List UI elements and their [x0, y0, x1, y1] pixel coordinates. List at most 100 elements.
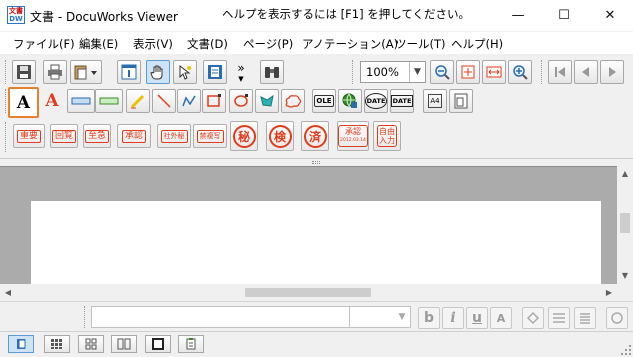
- hand-tool-button[interactable]: [146, 60, 170, 84]
- scroll-right-icon[interactable]: ▶: [601, 284, 617, 301]
- toolbar-grip[interactable]: [5, 122, 8, 152]
- polygon-button[interactable]: [255, 89, 279, 113]
- fill-color-button[interactable]: [522, 307, 544, 329]
- menu-file[interactable]: ファイル(F): [13, 36, 75, 52]
- annotation-list-button[interactable]: [178, 335, 204, 353]
- first-page-button[interactable]: [548, 60, 572, 84]
- four-page-view-button[interactable]: [78, 335, 104, 353]
- freehand-button[interactable]: [281, 89, 305, 113]
- date-text-button[interactable]: DATE: [390, 89, 414, 113]
- next-page-button[interactable]: [600, 60, 624, 84]
- stamp-ken-button[interactable]: 検: [266, 121, 294, 151]
- scroll-left-icon[interactable]: ◀: [0, 284, 16, 301]
- highlighter-button[interactable]: [126, 89, 150, 113]
- line-style-button[interactable]: [548, 307, 570, 329]
- stamp-juyo-button[interactable]: 重要: [13, 124, 45, 148]
- full-page-view-button[interactable]: [145, 335, 171, 353]
- pane-splitter[interactable]: [0, 158, 633, 166]
- menu-page[interactable]: ページ(P): [243, 36, 293, 52]
- zoom-combobox[interactable]: 100% ▼: [360, 61, 426, 83]
- page-size-button[interactable]: A4: [423, 89, 447, 113]
- document-view[interactable]: [0, 166, 617, 291]
- resize-grip-icon[interactable]: [620, 344, 632, 356]
- font-effect-button[interactable]: A: [490, 307, 512, 329]
- toolbar-more-button[interactable]: » ▼: [235, 58, 247, 86]
- stamp-zumi-button[interactable]: 済: [301, 121, 329, 151]
- ellipse-icon: [234, 94, 248, 107]
- stamp-shikyu-button[interactable]: 至急: [83, 124, 111, 148]
- fit-width-icon: [486, 66, 502, 78]
- minimize-button[interactable]: —: [495, 0, 541, 31]
- fit-width-button[interactable]: [482, 60, 506, 84]
- stamp-shonin-button[interactable]: 承認: [117, 124, 151, 148]
- menu-view[interactable]: 表示(V): [133, 36, 173, 52]
- page-rotate-button[interactable]: [449, 89, 473, 113]
- box-annotation-button[interactable]: [67, 89, 95, 113]
- previous-page-button[interactable]: [574, 60, 598, 84]
- italic-button[interactable]: i: [442, 307, 464, 329]
- properties-button[interactable]: [117, 60, 141, 84]
- two-page-view-button[interactable]: [111, 335, 137, 353]
- zoom-in-button[interactable]: [508, 60, 532, 84]
- toolbar-grip[interactable]: [352, 60, 355, 84]
- horizontal-scrollbar[interactable]: ◀ ▶: [0, 284, 617, 301]
- stamp-kinfukusha-button[interactable]: 禁複写: [193, 124, 227, 148]
- date-stamp-button[interactable]: DATE: [364, 89, 388, 113]
- chevron-down-icon[interactable]: ▼: [394, 307, 410, 327]
- stamp-free-input-button[interactable]: 自由 入力: [373, 121, 401, 151]
- single-page-view-button[interactable]: [8, 335, 34, 353]
- toolbar-grip[interactable]: [5, 60, 8, 84]
- menu-edit[interactable]: 編集(E): [79, 36, 118, 52]
- rectangle-button[interactable]: [202, 89, 226, 113]
- ellipse-button[interactable]: [229, 89, 253, 113]
- save-button[interactable]: [12, 60, 36, 84]
- chevron-down-icon[interactable]: ▼: [409, 62, 425, 82]
- thumbnail-button[interactable]: [203, 60, 227, 84]
- close-button[interactable]: ✕: [587, 0, 633, 31]
- stamp-properties-button[interactable]: [606, 307, 628, 329]
- maximize-button[interactable]: ☐: [541, 0, 587, 31]
- scroll-down-icon[interactable]: ▼: [617, 268, 633, 284]
- next-page-icon: [609, 67, 616, 77]
- font-size-combobox[interactable]: ▼: [349, 306, 411, 328]
- toolbar-grip[interactable]: [541, 60, 544, 84]
- stamp-dated-approval-button[interactable]: 承認 2012.03.14: [337, 121, 369, 151]
- menu-document[interactable]: 文書(D): [187, 36, 228, 52]
- clipboard-icon: [186, 338, 196, 350]
- fit-page-button[interactable]: [456, 60, 480, 84]
- polyline-button[interactable]: [177, 89, 201, 113]
- stamp-kairan-button[interactable]: 回覧: [50, 124, 78, 148]
- link-button[interactable]: [338, 89, 362, 113]
- ole-button[interactable]: OLE: [312, 89, 336, 113]
- vertical-scrollbar[interactable]: ▲ ▼: [617, 166, 633, 284]
- stamp-kairan-label: 回覧: [51, 129, 76, 143]
- print-icon: [48, 64, 62, 80]
- menu-tools[interactable]: ツール(T): [395, 36, 446, 52]
- search-button[interactable]: [260, 60, 284, 84]
- underline-button[interactable]: u: [466, 307, 488, 329]
- line-button[interactable]: [152, 89, 176, 113]
- stamp-hi-button[interactable]: 秘: [230, 121, 258, 151]
- menu-help[interactable]: ヘルプ(H): [451, 36, 503, 52]
- document-page[interactable]: [31, 201, 601, 291]
- print-button[interactable]: [43, 60, 67, 84]
- select-tool-button[interactable]: [173, 60, 197, 84]
- stamp-shagaihi-button[interactable]: 社外秘: [157, 124, 191, 148]
- toolbar-grip[interactable]: [84, 306, 87, 328]
- stamp-shikyu-label: 至急: [84, 129, 109, 143]
- globe-icon: [342, 93, 357, 108]
- marker-annotation-button[interactable]: [95, 89, 123, 113]
- multi-page-view-button[interactable]: [44, 335, 70, 353]
- text-annotation-button[interactable]: A: [8, 87, 39, 118]
- scroll-up-icon[interactable]: ▲: [617, 166, 633, 182]
- horizontal-scroll-thumb[interactable]: [245, 288, 371, 297]
- menu-annotation[interactable]: アノテーション(A): [302, 36, 398, 52]
- app-icon-top-label: 文書: [9, 7, 23, 15]
- align-button[interactable]: [574, 307, 596, 329]
- bold-button[interactable]: b: [418, 307, 440, 329]
- text-color-button[interactable]: A: [40, 89, 64, 113]
- zoom-out-button[interactable]: [430, 60, 454, 84]
- vertical-scroll-thumb[interactable]: [620, 213, 630, 233]
- paste-button[interactable]: [70, 60, 102, 84]
- single-page-icon: [17, 339, 26, 349]
